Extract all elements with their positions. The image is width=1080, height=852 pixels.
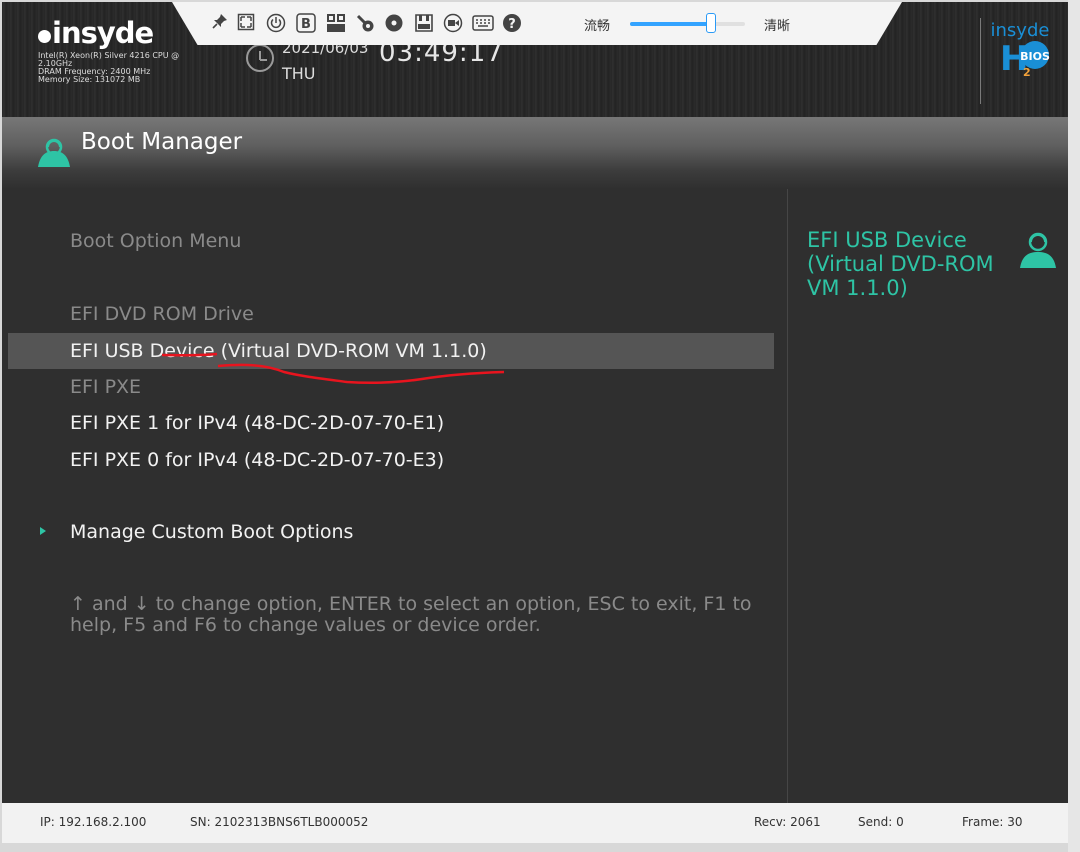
bios-screen: insyde Intel(R) Xeon(R) Silver 4216 CPU … bbox=[2, 2, 1068, 803]
red-annotation-underline bbox=[161, 352, 505, 385]
frame-rate: Frame: 30 bbox=[962, 815, 1023, 829]
ip-address: IP: 192.168.2.100 bbox=[40, 815, 147, 829]
window-edge bbox=[1068, 0, 1080, 852]
recv-count: Recv: 2061 bbox=[754, 815, 821, 829]
send-count: Send: 0 bbox=[858, 815, 904, 829]
serial-number: SN: 2102313BNS6TLB000052 bbox=[190, 815, 369, 829]
status-bar: IP: 192.168.2.100 SN: 2102313BNS6TLB0000… bbox=[2, 803, 1068, 843]
